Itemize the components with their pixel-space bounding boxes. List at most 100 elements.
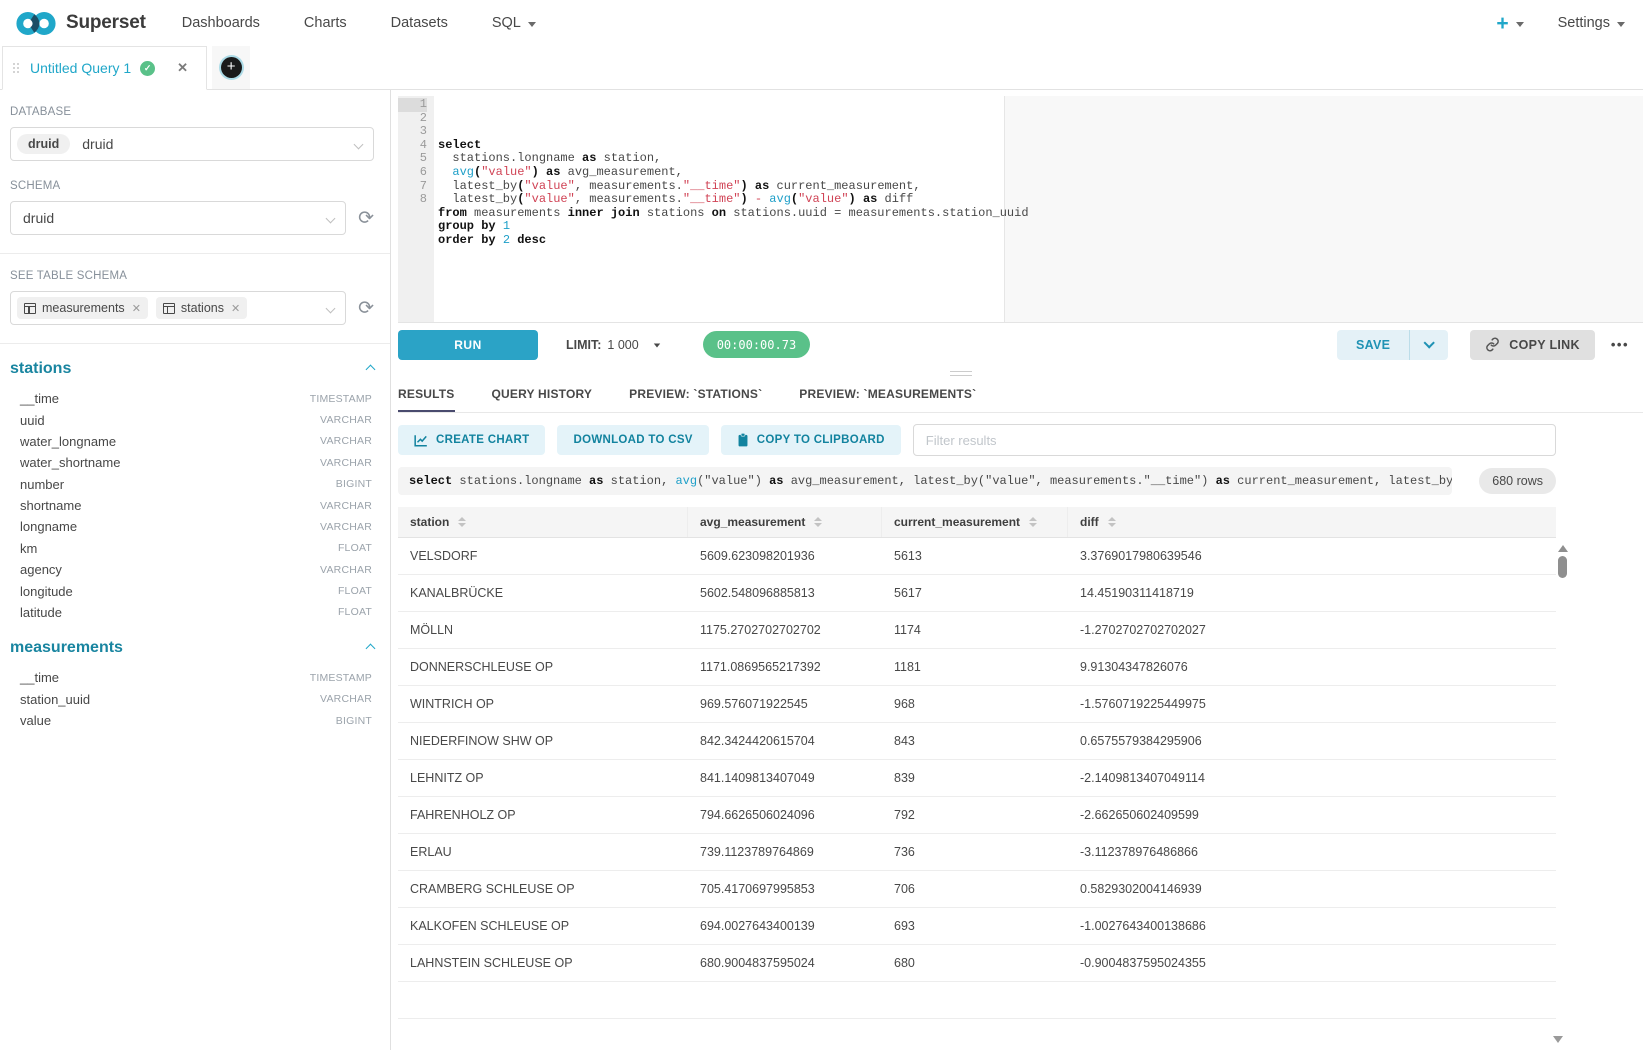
schema-table-header-stations[interactable]: stations	[10, 360, 374, 378]
database-select[interactable]: druid druid	[10, 127, 374, 161]
scrollbar-thumb[interactable]	[1558, 556, 1567, 578]
limit-dropdown[interactable]: LIMIT: 1 000	[566, 338, 661, 352]
scroll-up-icon[interactable]	[1558, 545, 1568, 552]
schema-select[interactable]: druid	[10, 201, 346, 235]
scroll-down-icon[interactable]	[1553, 1036, 1563, 1043]
nav-item-sql[interactable]: SQL	[492, 15, 536, 31]
sort-icon	[1108, 517, 1116, 527]
remove-chip-icon[interactable]: ✕	[132, 302, 141, 315]
column-header-diff[interactable]: diff	[1068, 507, 1556, 537]
close-tab-icon[interactable]: ✕	[177, 60, 188, 76]
table-row[interactable]: WINTRICH OP969.576071922545968-1.5760719…	[398, 686, 1556, 723]
code-token: stations.longname	[452, 474, 589, 488]
refresh-schemas-icon[interactable]: ⟳	[358, 209, 374, 228]
table-cell: 794.6626506024096	[688, 797, 882, 833]
tab-query-history[interactable]: QUERY HISTORY	[492, 387, 593, 412]
more-actions-button[interactable]: •••	[1611, 337, 1629, 352]
code-token: 2	[503, 233, 510, 247]
superset-brand[interactable]: Superset	[14, 10, 146, 37]
add-tab-icon: +	[221, 57, 242, 78]
table-row[interactable]: KANALBRÜCKE5602.548096885813561714.45190…	[398, 575, 1556, 612]
code-token: select	[409, 474, 452, 488]
sort-asc-icon	[1108, 517, 1116, 521]
code-token: "value"	[524, 179, 574, 193]
table-chip-measurements[interactable]: measurements ✕	[17, 297, 148, 319]
column-type: VARCHAR	[320, 564, 372, 576]
column-type: VARCHAR	[320, 457, 372, 469]
editor-code[interactable]: select stations.longname as station, avg…	[434, 96, 1643, 322]
table-schema-select[interactable]: measurements ✕ stations ✕	[10, 291, 346, 325]
remove-chip-icon[interactable]: ✕	[231, 302, 240, 315]
column-header-station[interactable]: station	[398, 507, 688, 537]
code-token: , measurements.	[575, 179, 683, 193]
column-row: longitudeFLOAT	[10, 580, 374, 601]
code-token	[496, 233, 503, 247]
table-cell: DONNERSCHLEUSE OP	[398, 649, 688, 685]
gutter-line: 4	[398, 139, 427, 153]
table-cell: 841.1409813407049	[688, 760, 882, 796]
caret-down-icon	[528, 22, 536, 27]
table-row[interactable]: LAHNSTEIN SCHLEUSE OP680.900483759502468…	[398, 945, 1556, 982]
sort-icon	[1029, 517, 1037, 527]
code-token: desc	[517, 233, 546, 247]
table-row[interactable]: ERLAU739.1123789764869736-3.112378976486…	[398, 834, 1556, 871]
nav-item-dashboards[interactable]: Dashboards	[182, 15, 260, 31]
table-cell: NIEDERFINOW SHW OP	[398, 723, 688, 759]
code-token: "value"	[524, 192, 574, 206]
column-header-label: diff	[1080, 515, 1099, 529]
add-tab-button[interactable]: +	[212, 46, 250, 89]
copy-link-label: COPY LINK	[1509, 338, 1580, 352]
tab-preview-measurements[interactable]: PREVIEW: `MEASUREMENTS`	[799, 387, 976, 412]
new-item-button[interactable]: +	[1496, 13, 1523, 34]
nav-item-charts[interactable]: Charts	[304, 15, 347, 31]
sort-asc-icon	[458, 517, 466, 521]
tab-results[interactable]: RESULTS	[398, 387, 455, 412]
table-row[interactable]: FAHRENHOLZ OP794.6626506024096792-2.6626…	[398, 797, 1556, 834]
create-chart-button[interactable]: CREATE CHART	[398, 425, 545, 455]
table-row[interactable]: KALKOFEN SCHLEUSE OP694.0027643400139693…	[398, 908, 1556, 945]
code-token: order by	[438, 233, 496, 247]
table-cell: 842.3424420615704	[688, 723, 882, 759]
table-cell: 14.45190311418719	[1068, 575, 1556, 611]
settings-menu[interactable]: Settings	[1558, 15, 1625, 31]
table-chip-stations[interactable]: stations ✕	[156, 297, 247, 319]
code-token: current_measurement,	[769, 179, 920, 193]
table-icon	[163, 303, 175, 314]
run-button[interactable]: RUN	[398, 330, 538, 360]
filter-results-input[interactable]	[913, 424, 1556, 456]
sql-editor[interactable]: 12345678 select stations.longname as sta…	[398, 96, 1643, 322]
column-header-avg_measurement[interactable]: avg_measurement	[688, 507, 882, 537]
limit-value: 1 000	[607, 338, 638, 352]
table-cell: -3.112378976486866	[1068, 834, 1556, 870]
schema-table-header-measurements[interactable]: measurements	[10, 639, 374, 657]
nav-item-datasets[interactable]: Datasets	[391, 15, 448, 31]
download-csv-button[interactable]: DOWNLOAD TO CSV	[557, 425, 708, 455]
copy-link-button[interactable]: COPY LINK	[1470, 330, 1595, 360]
refresh-tables-icon[interactable]: ⟳	[358, 299, 374, 318]
results-scrollbar[interactable]	[1557, 537, 1568, 1050]
limit-label: LIMIT:	[566, 338, 601, 352]
table-row[interactable]: MÖLLN1175.27027027027021174-1.2702702702…	[398, 612, 1556, 649]
table-row[interactable]: DONNERSCHLEUSE OP1171.086956521739211819…	[398, 649, 1556, 686]
code-token: avg	[675, 474, 697, 488]
code-token: avg_measurement,	[560, 165, 682, 179]
column-row: station_uuidVARCHAR	[10, 689, 374, 710]
executed-query-preview[interactable]: select stations.longname as station, avg…	[398, 467, 1452, 495]
save-button[interactable]: SAVE	[1337, 330, 1409, 360]
table-row[interactable]: CRAMBERG SCHLEUSE OP705.4170697995853706…	[398, 871, 1556, 908]
editor-gutter: 12345678	[398, 96, 434, 322]
table-cell: LAHNSTEIN SCHLEUSE OP	[398, 945, 688, 981]
table-cell: 839	[882, 760, 1068, 796]
code-line: order by 2 desc	[438, 234, 1643, 248]
copy-to-clipboard-button[interactable]: COPY TO CLIPBOARD	[721, 425, 901, 455]
column-header-current_measurement[interactable]: current_measurement	[882, 507, 1068, 537]
table-row[interactable]: VELSDORF5609.62309820193656133.376901798…	[398, 538, 1556, 575]
pane-splitter[interactable]	[398, 366, 1643, 382]
tab-preview-stations[interactable]: PREVIEW: `STATIONS`	[629, 387, 762, 412]
table-row[interactable]: NIEDERFINOW SHW OP842.34244206157048430.…	[398, 723, 1556, 760]
row-count-badge: 680 rows	[1479, 468, 1556, 494]
table-row[interactable]: LEHNITZ OP841.1409813407049839-2.1409813…	[398, 760, 1556, 797]
save-options-button[interactable]	[1410, 330, 1448, 360]
tab-untitled-query-1[interactable]: Untitled Query 1 ✓ ✕	[2, 46, 207, 90]
column-header-label: current_measurement	[894, 515, 1020, 529]
